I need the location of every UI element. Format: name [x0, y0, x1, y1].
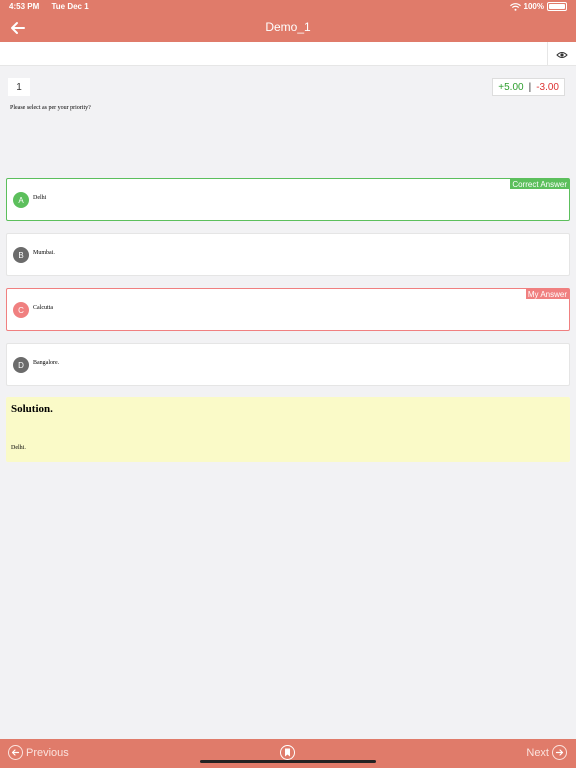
option-text: Bangalore.: [33, 360, 60, 366]
status-date: Tue Dec 1: [51, 2, 89, 11]
next-label: Next: [526, 746, 549, 759]
question-number: 1: [8, 78, 30, 96]
app-header: 4:53 PM Tue Dec 1 100% Demo_1: [0, 0, 576, 42]
previous-label: Previous: [26, 746, 69, 759]
toolbar-divider: [547, 42, 548, 66]
status-bar-right: 100%: [509, 2, 567, 11]
option-text: Mumbai.: [33, 250, 55, 256]
previous-button[interactable]: Previous: [8, 745, 69, 760]
page-title: Demo_1: [265, 20, 311, 34]
option-b[interactable]: B Mumbai.: [6, 233, 570, 276]
option-c[interactable]: C Calcutta My Answer: [6, 288, 570, 331]
option-letter: B: [13, 247, 29, 263]
solution-panel: Solution. Delhi.: [6, 397, 570, 462]
question-text: Please select as per your priority?: [10, 105, 91, 111]
option-a[interactable]: A Delhi Correct Answer: [6, 178, 570, 221]
status-bar-left: 4:53 PM Tue Dec 1: [9, 2, 99, 11]
arrow-right-circle-icon: [552, 745, 567, 760]
solution-title: Solution.: [11, 403, 53, 415]
home-indicator: [200, 760, 376, 763]
wifi-icon: [509, 2, 521, 11]
positive-marks: +5.00: [498, 81, 524, 93]
battery-percent: 100%: [523, 2, 544, 11]
option-letter: D: [13, 357, 29, 373]
status-time: 4:53 PM: [9, 2, 40, 11]
option-text: Calcutta: [33, 305, 53, 311]
question-toolbar: [0, 42, 576, 66]
solution-text: Delhi.: [11, 445, 26, 451]
option-text: Delhi: [33, 195, 47, 201]
arrow-left-circle-icon: [8, 745, 23, 760]
marks-badge: +5.00 | -3.00: [492, 78, 565, 96]
eye-icon: [556, 52, 568, 58]
marks-separator: |: [528, 81, 532, 93]
bookmark-icon: [285, 748, 290, 757]
navigation-footer: Previous Next: [0, 739, 576, 768]
negative-marks: -3.00: [536, 81, 559, 93]
option-d[interactable]: D Bangalore.: [6, 343, 570, 386]
option-letter: A: [13, 192, 29, 208]
next-button[interactable]: Next: [526, 745, 567, 760]
my-answer-tag: My Answer: [525, 289, 569, 299]
option-letter: C: [13, 302, 29, 318]
view-toggle-button[interactable]: [556, 48, 568, 60]
bookmark-button[interactable]: [280, 745, 295, 760]
correct-answer-tag: Correct Answer: [510, 179, 569, 189]
battery-icon: [547, 2, 567, 11]
